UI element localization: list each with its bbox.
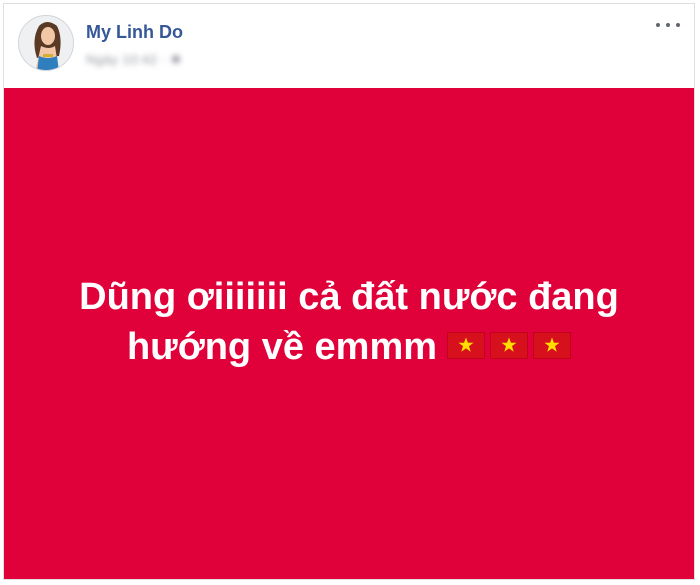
post-text-line2-row: hướng về emmm <box>39 322 659 372</box>
dot <box>656 23 660 27</box>
vietnam-flag-icon <box>447 331 486 359</box>
post-timestamp[interactable]: Ngày 10:42 · ✱ <box>86 52 182 68</box>
post-text-line1: Dũng ơiiiiiii cả đất nước đang <box>79 275 619 318</box>
post-header: My Linh Do Ngày 10:42 · ✱ <box>4 4 694 88</box>
post-card: My Linh Do Ngày 10:42 · ✱ Dũng ơiiiiiii … <box>3 3 695 580</box>
post-text: Dũng ơiiiiiii cả đất nước đang hướng về … <box>39 272 659 372</box>
more-options-icon[interactable] <box>656 18 680 32</box>
dot <box>676 23 680 27</box>
vietnam-flag-icon <box>490 331 529 359</box>
vietnam-flag-icon <box>533 331 572 359</box>
avatar[interactable] <box>18 15 74 71</box>
avatar-image <box>19 16 73 70</box>
author-name[interactable]: My Linh Do <box>86 22 183 43</box>
dot <box>666 23 670 27</box>
flag-emojis <box>447 331 572 359</box>
post-text-line2: hướng về emmm <box>126 325 438 368</box>
post-content: Dũng ơiiiiiii cả đất nước đang hướng về … <box>4 88 694 579</box>
